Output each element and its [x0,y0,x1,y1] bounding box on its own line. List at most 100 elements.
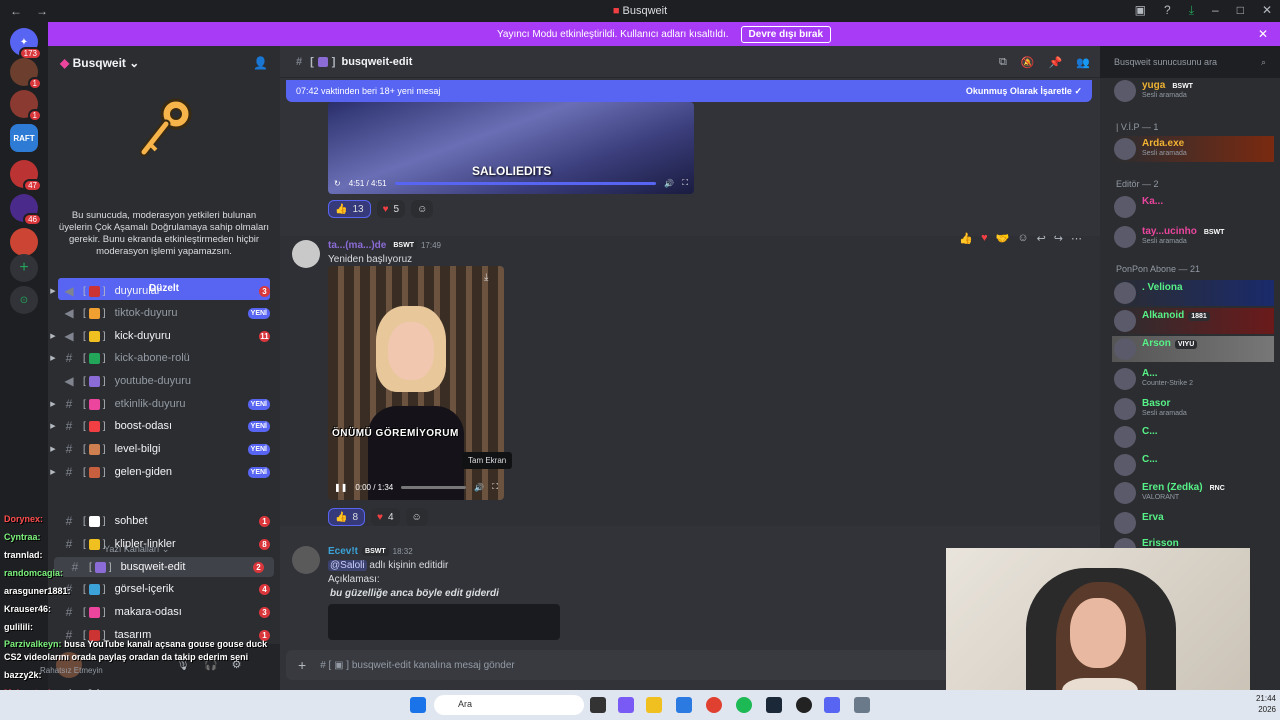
mark-as-read-button[interactable]: Okunmuş Olarak İşaretle ✓ [966,86,1082,97]
channel-duyurular[interactable]: ▶ ◀[] duyurular 3 [48,281,280,301]
windows-start-icon[interactable] [410,697,426,713]
chrome-icon[interactable] [706,697,722,713]
member-item[interactable]: A... Counter-Strike 2 [1112,366,1274,392]
add-reaction-icon[interactable]: ☺ [411,200,434,218]
user-mention[interactable]: @Saloli [328,560,367,571]
more-icon[interactable]: ⋯ [1071,232,1082,245]
video-progress[interactable] [394,181,657,185]
server-header[interactable]: ◆ Busqweit ⌄ 👤 [48,46,280,80]
member-item[interactable]: Eren (Zedka) RNC VALORANT [1112,480,1274,506]
direct-message-avatar[interactable]: 1 [10,90,42,122]
reply-icon[interactable]: ↩ [1037,232,1046,245]
member-item[interactable]: Basor Sesli aramada [1112,396,1274,422]
pin-icon[interactable]: 📌 [1049,56,1063,69]
channel-kick-duyuru[interactable]: ▶ ◀[] kick-duyuru 11 [48,326,280,346]
download-icon[interactable]: ⤓ [484,272,488,283]
add-attachment-icon[interactable]: + [298,657,306,673]
forward-icon[interactable]: ↪ [1054,232,1063,245]
channel-level-bilgi[interactable]: ▶ #[] level-bilgi YENİ [48,439,280,459]
message-author[interactable]: Ecev!t [328,546,358,557]
close-icon[interactable]: ✕ [1262,3,1272,18]
store-icon[interactable] [676,697,692,713]
discord-home-icon[interactable]: ✦ 173 [10,28,42,60]
disable-streamer-mode-button[interactable]: Devre dışı bırak [740,25,832,43]
new-messages-bar[interactable]: 07:42 vaktinden beri 18+ yeni mesaj Okun… [286,80,1092,102]
add-server-icon[interactable]: + [10,254,38,282]
server-icon[interactable]: 47 [10,160,42,192]
channel-tiktok-duyuru[interactable]: ◀[] tiktok-duyuru YENİ [48,303,280,323]
member-item[interactable]: Alkanoid 1881 [1112,308,1274,334]
mute-icon[interactable]: 🔕 [1021,56,1035,69]
channel-etkinlik-duyuru[interactable]: ▶ #[] etkinlik-duyuru YENİ [48,394,280,414]
channel-görsel-içerik[interactable]: #[] görsel-içerik 4 [48,579,280,599]
volume-icon[interactable]: 🔊 [474,483,484,492]
heart-icon[interactable]: ♥ [981,232,988,245]
channel-busqweit-edit[interactable]: #[] busqweit-edit 2 [54,557,274,577]
new-messages-text: 07:42 vaktinden beri 18+ yeni mesaj [296,86,441,96]
channel-sohbet[interactable]: #[] sohbet 1 [48,511,280,531]
pause-icon[interactable]: ❚❚ [334,483,347,492]
settings-icon[interactable] [854,697,870,713]
member-item[interactable]: C... [1112,452,1274,478]
inbox-icon[interactable]: ▣ [1135,3,1146,18]
copilot-icon[interactable] [618,697,634,713]
fullscreen-icon[interactable]: ⛶ [682,178,688,188]
discord-icon[interactable] [824,697,840,713]
member-item[interactable]: yuga BSWT Sesli aramada [1112,78,1274,104]
reaction-thumbs-up[interactable]: 👍 8 [328,508,366,526]
taskview-icon[interactable] [590,697,606,713]
add-member-icon[interactable]: 👤 [253,56,268,70]
replay-icon[interactable]: ↻ [334,179,341,188]
obs-icon[interactable] [796,697,812,713]
maximize-icon[interactable]: □ [1237,3,1244,18]
avatar[interactable] [292,546,320,574]
volume-icon[interactable]: 🔊 [664,179,674,188]
avatar[interactable] [292,240,320,268]
server-icon[interactable] [10,228,38,256]
threads-icon[interactable]: ⧉ [999,56,1007,69]
server-icon-raft[interactable]: RAFT [10,124,38,152]
file-explorer-icon[interactable] [646,697,662,713]
taskbar-search[interactable]: Ara [434,695,584,715]
member-item[interactable]: Ka... [1112,194,1274,220]
channel-boost-odası[interactable]: ▶ #[] boost-odası YENİ [48,416,280,436]
channel-gelen-giden[interactable]: ▶ #[] gelen-giden YENİ [48,462,280,482]
member-item[interactable]: Arson VIYU [1112,336,1274,362]
search-input[interactable]: Busqweit sunucusunu ara ⌕ [1108,54,1272,72]
server-icon[interactable]: 46 [10,194,42,226]
system-clock[interactable]: 21:44 2026 [1256,693,1276,715]
member-item[interactable]: Arda.exe Sesli aramada [1112,136,1274,162]
explore-icon[interactable]: ⊙ [10,286,38,314]
help-icon[interactable]: ? [1164,3,1171,18]
reaction-heart[interactable]: ♥ 4 [371,508,400,526]
member-item[interactable]: Erva [1112,510,1274,536]
video-progress[interactable] [401,485,467,489]
channel-badge: 2 [253,561,264,573]
member-item[interactable]: . Veliona [1112,280,1274,306]
add-reaction-icon[interactable]: ☺ [1017,232,1028,245]
message-author[interactable]: ta...(ma...)de [328,240,386,251]
reaction-thumbs-up[interactable]: 👍 13 [328,200,371,218]
download-icon[interactable]: ⤓ [1189,3,1194,18]
thumbs-up-icon[interactable]: 👍 [959,232,973,245]
direct-message-avatar[interactable]: 1 [10,58,42,90]
member-name: Arson [1142,338,1171,349]
steam-icon[interactable] [766,697,782,713]
add-reaction-icon[interactable]: ☺ [405,508,428,526]
category-label[interactable]: Yazı Kanalları ⌄ [104,544,169,555]
spotify-icon[interactable] [736,697,752,713]
channel-youtube-duyuru[interactable]: ◀[] youtube-duyuru [48,371,280,391]
fullscreen-icon[interactable]: ⛶ [492,482,498,492]
video-player[interactable] [328,604,560,640]
close-banner-icon[interactable]: ✕ [1258,27,1268,41]
handshake-icon[interactable]: 🤝 [996,232,1010,245]
minimize-icon[interactable]: – [1212,3,1219,18]
video-player[interactable]: SALOLIEDITS ↻ 4:51 / 4:51 🔊 ⛶ [328,102,694,194]
reaction-heart[interactable]: ♥ 5 [376,200,406,218]
member-item[interactable]: tay...ucinho BSWT Sesli aramada [1112,224,1274,250]
channel-makara-odası[interactable]: #[] makara-odası 3 [48,602,280,622]
member-item[interactable]: C... [1112,424,1274,450]
banner-text: Yayıncı Modu etkinleştirildi. Kullanıcı … [496,28,729,40]
members-icon[interactable]: 👥 [1076,56,1090,69]
channel-kick-abone-rolü[interactable]: ▶ #[] kick-abone-rolü [48,348,280,368]
